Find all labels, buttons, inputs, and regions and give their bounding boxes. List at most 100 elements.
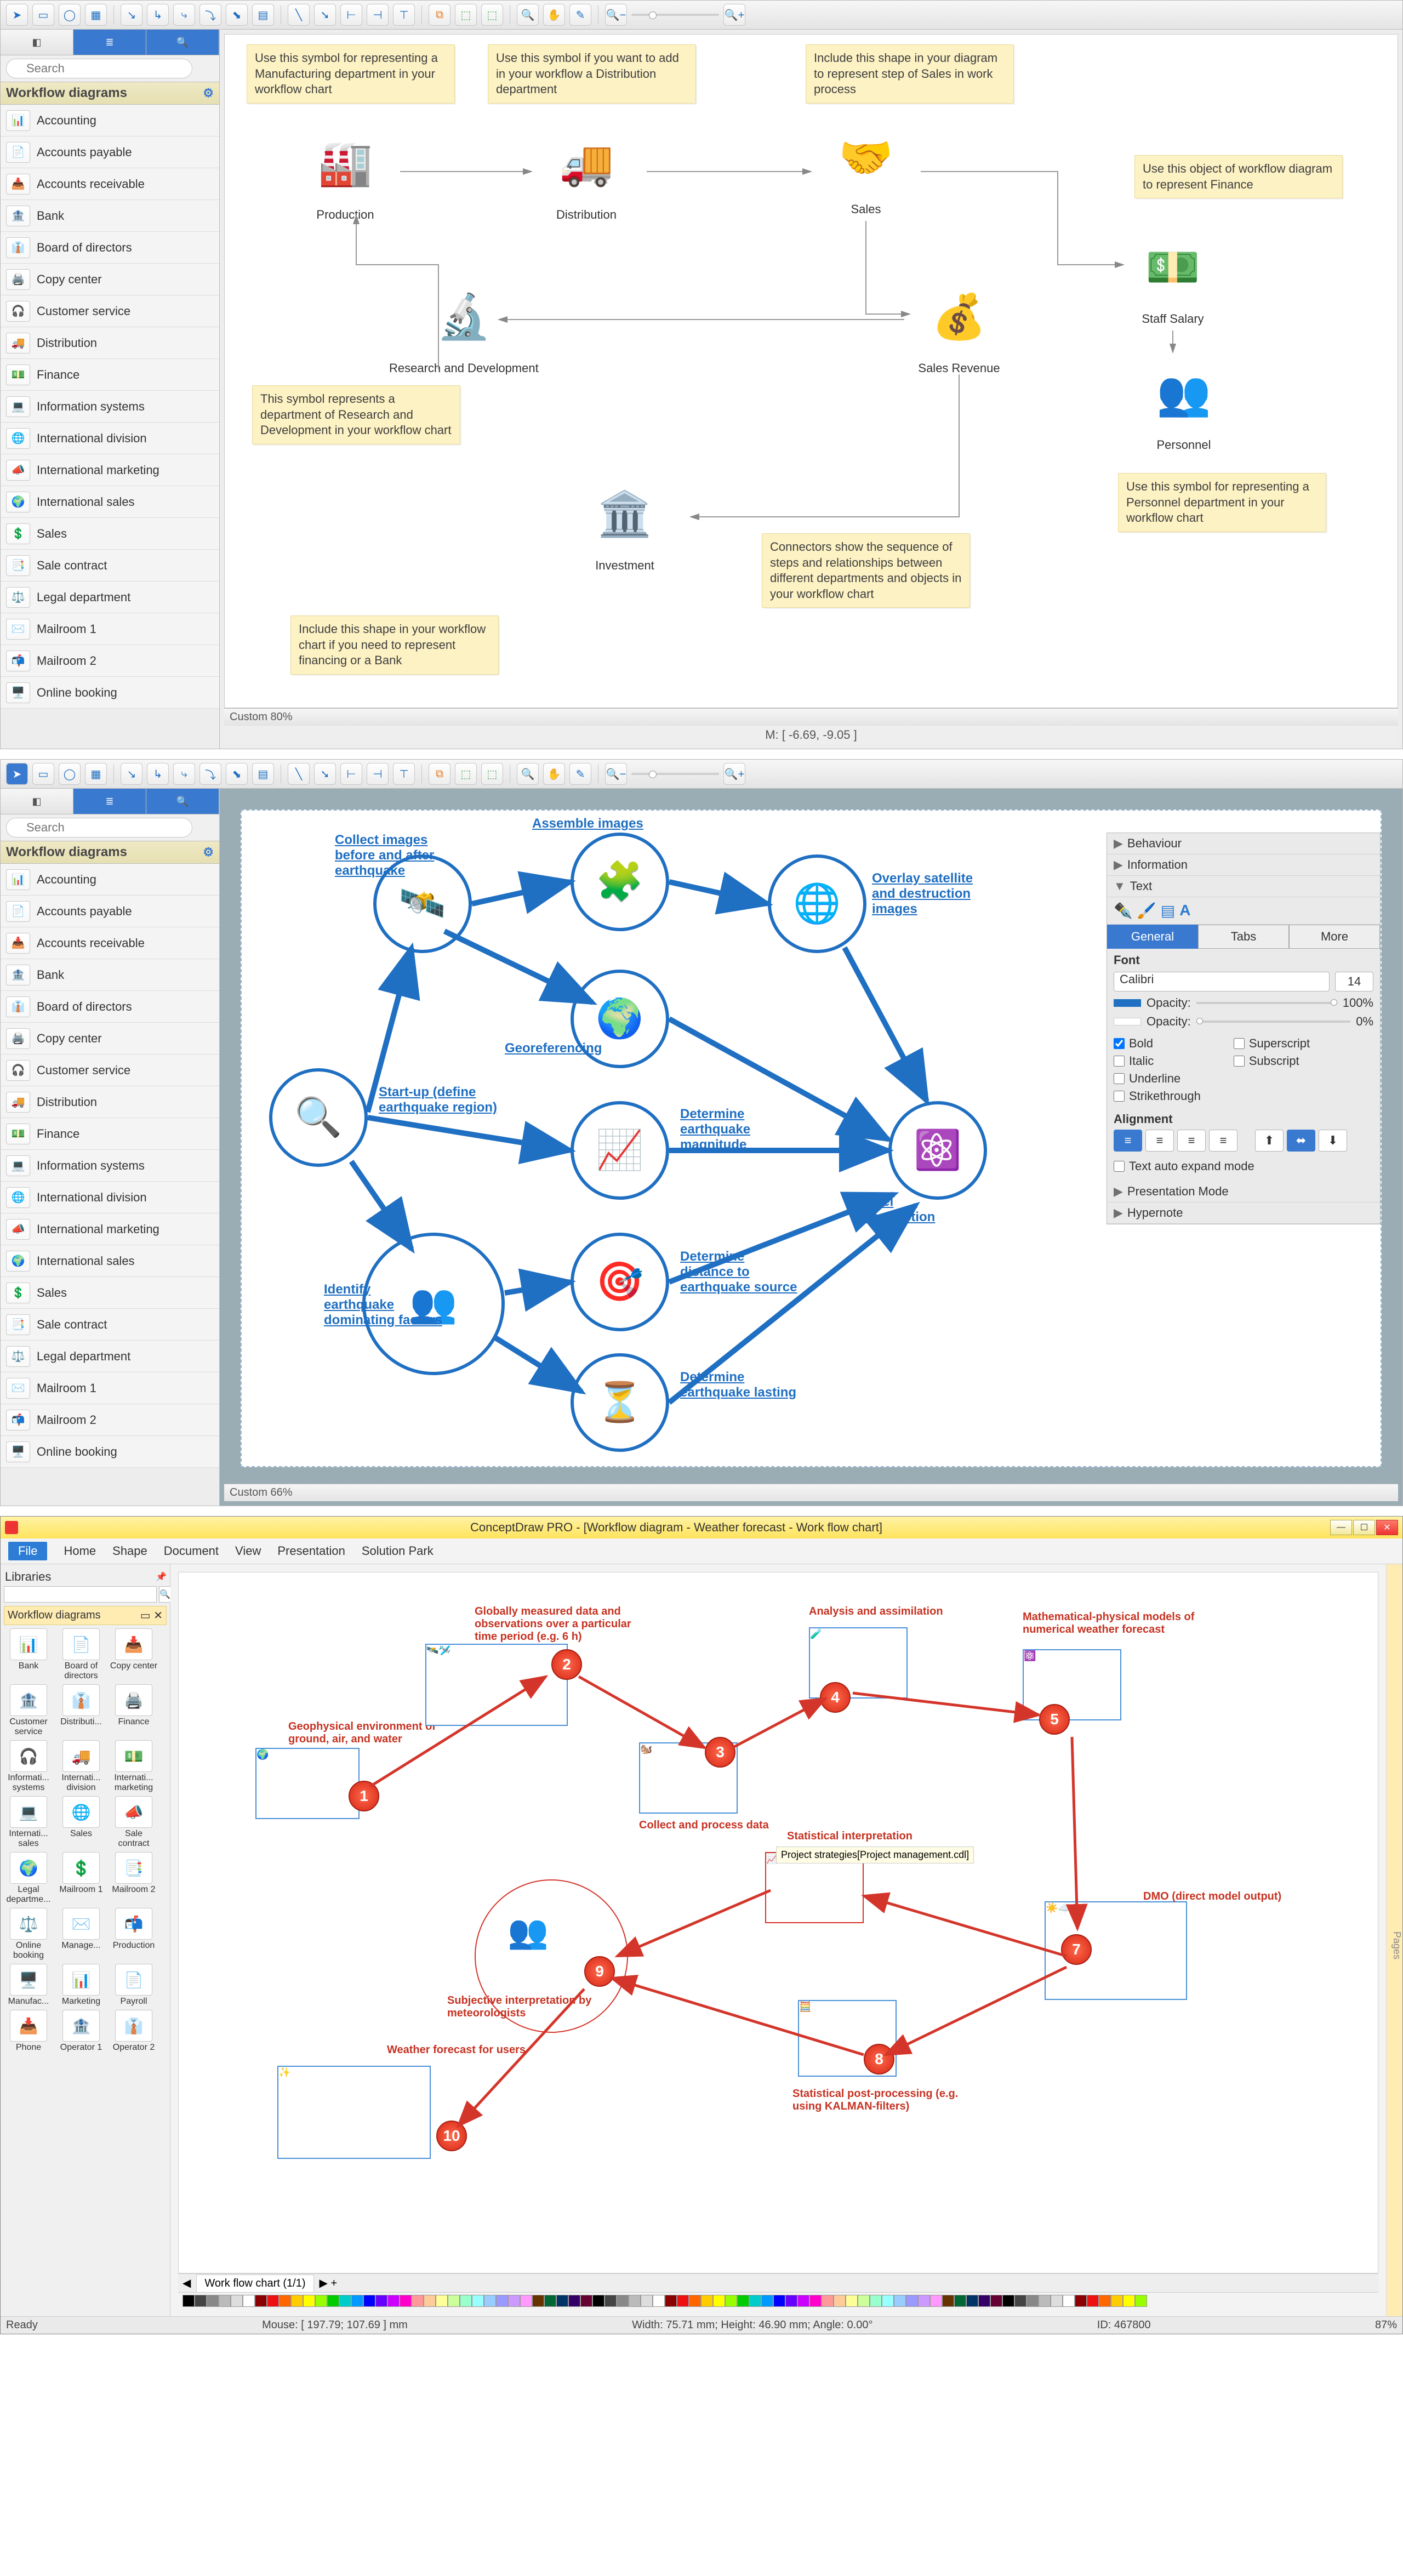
menu-file[interactable]: File: [8, 1542, 47, 1560]
gear-icon[interactable]: ⚙: [203, 845, 214, 859]
sidebar-tab-1[interactable]: ◧: [1, 789, 73, 814]
sidebar-tab-1[interactable]: ◧: [1, 30, 73, 55]
align-justify[interactable]: ≡: [1209, 1130, 1237, 1152]
color-swatch[interactable]: [303, 2295, 315, 2307]
text-icon[interactable]: ▤: [1161, 902, 1175, 920]
tool-oval[interactable]: ◯: [59, 763, 81, 785]
tool-conn3[interactable]: ⤷: [173, 4, 195, 26]
menu-shape[interactable]: Shape: [112, 1544, 147, 1558]
node-lasting[interactable]: ⏳: [571, 1353, 669, 1452]
lib-item[interactable]: 🚚Distribution: [1, 327, 219, 359]
color-swatch[interactable]: [363, 2295, 375, 2307]
lib-header[interactable]: Workflow diagrams ⚙: [1, 841, 219, 864]
lib-cell[interactable]: 🏦Customer service: [4, 1684, 53, 1737]
maximize-button[interactable]: ☐: [1353, 1520, 1375, 1535]
lib-cell[interactable]: 🎧Informati... systems: [4, 1740, 53, 1793]
lib-cell[interactable]: 📄Board of directors: [56, 1628, 106, 1681]
lib-item[interactable]: 💻Information systems: [1, 1150, 219, 1182]
color-swatch[interactable]: [532, 2295, 544, 2307]
menu-presentation[interactable]: Presentation: [277, 1544, 345, 1558]
lib-item[interactable]: 📊Accounting: [1, 105, 219, 136]
lib-cell[interactable]: ⚖️Online booking: [4, 1908, 53, 1961]
color-swatch[interactable]: [918, 2295, 930, 2307]
sidebar-tab-list[interactable]: ≣: [73, 789, 146, 814]
lib-cell[interactable]: 🌍Legal departme...: [4, 1852, 53, 1905]
win-canvas[interactable]: 🌍 1 Geophysical environment of ground, a…: [178, 1572, 1378, 2273]
lib-item[interactable]: 📬Mailroom 2: [1, 1404, 219, 1436]
zoom-dropdown[interactable]: Custom 80%: [230, 711, 293, 723]
color-swatch[interactable]: [930, 2295, 942, 2307]
lib-item[interactable]: 💲Sales: [1, 518, 219, 550]
color-swatch[interactable]: [954, 2295, 966, 2307]
lib-item[interactable]: 💵Finance: [1, 1118, 219, 1150]
tool-conn5[interactable]: ⬊: [226, 763, 248, 785]
lib-item[interactable]: ✉️Mailroom 1: [1, 1372, 219, 1404]
lib-cell[interactable]: 📄Payroll: [109, 1964, 158, 2007]
color-swatch[interactable]: [424, 2295, 436, 2307]
tool-hand[interactable]: ✋: [543, 763, 565, 785]
color-swatch[interactable]: [689, 2295, 701, 2307]
color-swatch[interactable]: [1099, 2295, 1111, 2307]
lib-item[interactable]: 🏦Bank: [1, 200, 219, 232]
tool-conn3[interactable]: ⤷: [173, 763, 195, 785]
page-tab[interactable]: Work flow chart (1/1): [196, 2275, 313, 2292]
lib-item[interactable]: ⚖️Legal department: [1, 1341, 219, 1372]
color-swatch[interactable]: [375, 2295, 387, 2307]
color-swatch[interactable]: [749, 2295, 761, 2307]
node-sales-revenue[interactable]: 💰 Sales Revenue: [910, 276, 1008, 375]
lib-item[interactable]: 🖨️Copy center: [1, 1023, 219, 1055]
color-swatch[interactable]: [182, 2295, 195, 2307]
color-swatch[interactable]: [797, 2295, 809, 2307]
lib-item[interactable]: 📄Accounts payable: [1, 136, 219, 168]
node-staff-salary[interactable]: 💵 Staff Salary: [1123, 226, 1222, 326]
brush-icon[interactable]: 🖌️: [1137, 902, 1156, 920]
color-swatch[interactable]: [195, 2295, 207, 2307]
node-magnitude[interactable]: 📈: [571, 1101, 669, 1200]
color-swatch[interactable]: [1014, 2295, 1026, 2307]
color-swatch[interactable]: [870, 2295, 882, 2307]
tool-tree1[interactable]: ⊢: [340, 763, 362, 785]
color-swatch[interactable]: [1087, 2295, 1099, 2307]
lib-item[interactable]: 📄Accounts payable: [1, 896, 219, 927]
node-rnd[interactable]: 🔬 Research and Development: [389, 276, 539, 375]
tool-tree1[interactable]: ⊢: [340, 4, 362, 26]
lib-item[interactable]: 🖨️Copy center: [1, 264, 219, 295]
color-swatch[interactable]: [990, 2295, 1002, 2307]
color-swatch[interactable]: [279, 2295, 291, 2307]
tool-line[interactable]: ╲: [288, 763, 310, 785]
color-swatch[interactable]: [773, 2295, 785, 2307]
color-swatch[interactable]: [568, 2295, 580, 2307]
color-swatch[interactable]: [520, 2295, 532, 2307]
color-swatch[interactable]: [436, 2295, 448, 2307]
lib-item[interactable]: 🌍International sales: [1, 486, 219, 518]
tool-note[interactable]: ▤: [252, 4, 274, 26]
tool-oval[interactable]: ◯: [59, 4, 81, 26]
pen-icon[interactable]: ✒️: [1114, 902, 1133, 920]
fp-information[interactable]: ▶Information: [1107, 854, 1380, 876]
color-swatch[interactable]: [255, 2295, 267, 2307]
menu-document[interactable]: Document: [164, 1544, 219, 1558]
lib-item[interactable]: 🌍International sales: [1, 1245, 219, 1277]
lib-item[interactable]: 📑Sale contract: [1, 1309, 219, 1341]
lib-cell[interactable]: 🖥️Manufac...: [4, 1964, 53, 2007]
fp-presentation[interactable]: ▶Presentation Mode: [1107, 1181, 1380, 1202]
lib-item[interactable]: 📣International marketing: [1, 454, 219, 486]
tool-conn2[interactable]: ↳: [147, 763, 169, 785]
gear-icon[interactable]: ⚙: [203, 86, 214, 100]
color-swatch[interactable]: [327, 2295, 339, 2307]
color-swatch[interactable]: [448, 2295, 460, 2307]
search-input[interactable]: [6, 818, 192, 837]
color-swatch[interactable]: [1051, 2295, 1063, 2307]
tool-chain3[interactable]: ⬚: [481, 4, 503, 26]
menu-solution[interactable]: Solution Park: [362, 1544, 434, 1558]
tool-text[interactable]: ▦: [85, 4, 107, 26]
color-swatch[interactable]: [496, 2295, 508, 2307]
color-swatch[interactable]: [677, 2295, 689, 2307]
pin-icon[interactable]: 📌: [156, 1571, 167, 1582]
color-swatch[interactable]: [1111, 2295, 1123, 2307]
lib-item[interactable]: ✉️Mailroom 1: [1, 613, 219, 645]
color-swatch[interactable]: [1123, 2295, 1135, 2307]
tab-nav-left[interactable]: ◀: [182, 2276, 191, 2290]
canvas[interactable]: 🛰️ Collect images before and after earth…: [241, 810, 1382, 1467]
search-icon[interactable]: 🔍: [159, 1586, 171, 1603]
